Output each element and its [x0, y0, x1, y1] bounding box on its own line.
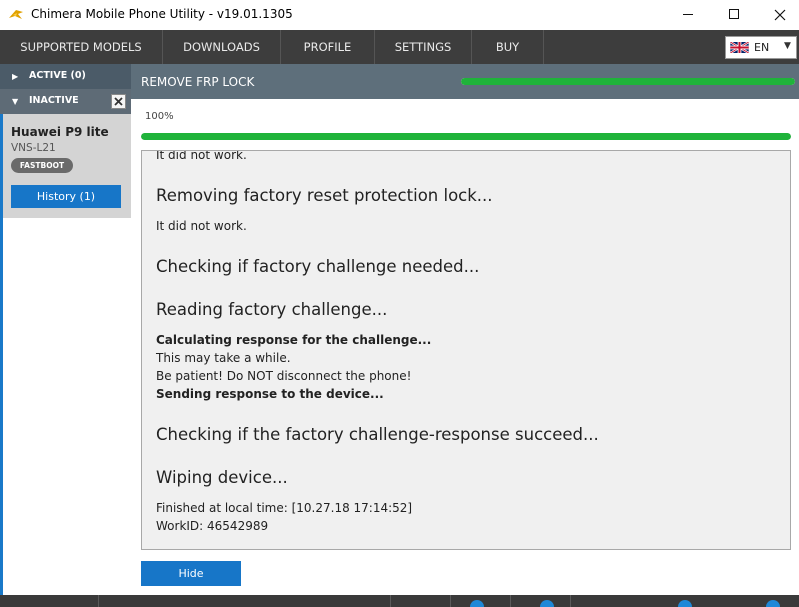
- language-select[interactable]: EN ▼: [725, 36, 797, 59]
- inactive-section-label: INACTIVE: [29, 95, 79, 106]
- device-name: Huawei P9 lite: [11, 125, 109, 139]
- main-progress-bar: [141, 133, 791, 140]
- strip-icon: [470, 600, 484, 607]
- strip-divider: [570, 595, 571, 607]
- log-heading: Removing factory reset protection lock..…: [156, 186, 493, 205]
- sidebar-section-active[interactable]: ▶ ACTIVE (0): [0, 64, 131, 89]
- strip-icon: [540, 600, 554, 607]
- operation-header: REMOVE FRP LOCK: [131, 64, 799, 99]
- header-progress-fill: [461, 78, 795, 85]
- operation-panel: REMOVE FRP LOCK 100% It did not work. Re…: [131, 64, 799, 595]
- triangle-right-icon: ▶: [12, 72, 19, 81]
- log-heading: Checking if the factory challenge-respon…: [156, 425, 599, 444]
- menu-profile[interactable]: PROFILE: [281, 30, 375, 64]
- close-icon: [774, 9, 786, 21]
- progress-percent-text: 100%: [145, 111, 174, 122]
- header-progress-bar: [461, 78, 795, 85]
- device-mode-badge: FASTBOOT: [11, 158, 73, 173]
- log-heading: Wiping device...: [156, 468, 288, 487]
- chevron-down-icon: ▼: [784, 41, 791, 51]
- log-output[interactable]: It did not work. Removing factory reset …: [141, 150, 791, 550]
- close-inactive-button[interactable]: [111, 94, 126, 109]
- maximize-button[interactable]: [711, 0, 757, 30]
- strip-icon: [678, 600, 692, 607]
- menu-supported-models[interactable]: SUPPORTED MODELS: [0, 30, 163, 64]
- strip-icon: [766, 600, 780, 607]
- operation-title: REMOVE FRP LOCK: [141, 75, 255, 89]
- window-title: Chimera Mobile Phone Utility - v19.01.13…: [31, 7, 293, 21]
- history-button[interactable]: History (1): [11, 185, 121, 208]
- log-line-bold: Calculating response for the challenge..…: [156, 333, 432, 347]
- close-window-button[interactable]: [757, 0, 799, 30]
- maximize-icon: [729, 9, 739, 19]
- bottom-strip: [0, 595, 799, 607]
- hide-button[interactable]: Hide: [141, 561, 241, 586]
- log-heading: Checking if factory challenge needed...: [156, 257, 480, 276]
- menu-buy[interactable]: BUY: [472, 30, 544, 64]
- app-window: Chimera Mobile Phone Utility - v19.01.13…: [0, 0, 799, 607]
- minimize-icon: [683, 14, 693, 15]
- device-sidebar: ▶ ACTIVE (0) ▼ INACTIVE Huawei P9 lite V…: [0, 64, 131, 595]
- log-line: This may take a while.: [156, 351, 291, 365]
- menu-bar: SUPPORTED MODELS DOWNLOADS PROFILE SETTI…: [0, 30, 799, 64]
- triangle-down-icon: ▼: [12, 97, 19, 106]
- menu-settings[interactable]: SETTINGS: [375, 30, 472, 64]
- log-line: Be patient! Do NOT disconnect the phone!: [156, 369, 412, 383]
- log-line: WorkID: 46542989: [156, 519, 269, 533]
- log-line: It did not work.: [156, 150, 247, 162]
- chimera-logo-icon: [9, 10, 23, 19]
- log-line: Finished at local time: [10.27.18 17:14:…: [156, 501, 413, 515]
- menu-downloads[interactable]: DOWNLOADS: [163, 30, 281, 64]
- strip-divider: [98, 595, 99, 607]
- device-card[interactable]: Huawei P9 lite VNS-L21 FASTBOOT History …: [0, 114, 131, 218]
- uk-flag-icon: [730, 42, 749, 53]
- minimize-button[interactable]: [665, 0, 711, 30]
- strip-divider: [390, 595, 391, 607]
- strip-divider: [450, 595, 451, 607]
- active-section-label: ACTIVE (0): [29, 70, 86, 81]
- strip-divider: [510, 595, 511, 607]
- language-value: EN: [754, 41, 770, 54]
- close-icon: [114, 97, 123, 106]
- device-model: VNS-L21: [11, 142, 56, 154]
- sidebar-accent-bar: [0, 218, 3, 595]
- log-line-bold: Sending response to the device...: [156, 387, 384, 401]
- title-bar: Chimera Mobile Phone Utility - v19.01.13…: [0, 0, 799, 30]
- log-line: It did not work.: [156, 219, 247, 233]
- log-heading: Reading factory challenge...: [156, 300, 388, 319]
- main-progress-fill: [141, 133, 791, 140]
- sidebar-section-inactive[interactable]: ▼ INACTIVE: [0, 89, 131, 114]
